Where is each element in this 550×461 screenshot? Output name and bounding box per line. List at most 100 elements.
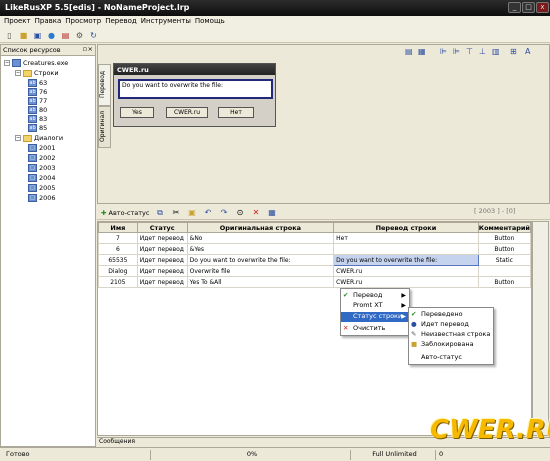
align-bottom-icon[interactable]: ⊥ [479,47,489,57]
tree-dialog-item[interactable]: □ 2006 [28,194,56,202]
tree-string-item[interactable]: ab 85 [28,124,47,132]
table-row[interactable]: Dialog Идет перевод Overwrite file CWER.… [98,265,532,277]
refresh-icon[interactable]: ↻ [88,30,99,41]
selected-cell[interactable]: Do you want to overwrite the file: [333,254,479,266]
save-icon[interactable]: ▣ [32,30,43,41]
resource-list-header: Список ресурсов ▫ × [1,45,95,56]
menubar: Проект Правка Просмотр Перевод Инструмен… [0,16,550,28]
table-row[interactable]: 2105 Идет перевод Yes To &All CWER.ru Bu… [98,276,532,288]
col-name-header[interactable]: Имя [98,222,138,233]
tree-dialog-item[interactable]: □ 2004 [28,174,56,182]
tree-dialog-item[interactable]: □ 2002 [28,154,56,162]
tree-string-item[interactable]: ab 77 [28,97,47,105]
close-button[interactable]: x [536,2,549,13]
menu-item-string-status[interactable]: Статус строки ▶ [341,312,409,322]
dialog-no-button[interactable]: Нет [218,107,254,118]
table-icon[interactable]: ▦ [266,207,277,218]
auto-status-button[interactable]: ✚ Авто-статус [101,209,149,217]
cut-icon[interactable]: ✂ [170,207,181,218]
dialog-resource-icon: □ [28,154,37,162]
dialog-cwer-button[interactable]: CWER.ru [166,107,208,118]
menu-view[interactable]: Просмотр [65,16,105,28]
window-title: LikeRusXP 5.5[edis] - NoNameProject.lrp [5,3,190,12]
col-comment-header[interactable]: Комментарий [477,222,532,233]
tree-string-item[interactable]: ab 63 [28,79,47,87]
tree-string-item[interactable]: ab 83 [28,115,47,123]
auto-status-icon: ✚ [101,208,107,217]
new-file-icon[interactable]: ▯ [4,30,15,41]
tree-dialog-item[interactable]: □ 2005 [28,184,56,192]
align-right-icon[interactable]: ⊫ [453,47,463,57]
menu-item-translate[interactable]: ✔ Перевод ▶ [341,291,409,301]
submenu-unknown[interactable]: ✎ Неизвестная строка [409,330,493,340]
col-original-header[interactable]: Оригинальная строка [186,222,335,233]
tab-original[interactable]: Оригинал [98,106,111,148]
string-resource-icon: ab [28,124,37,132]
menu-item-promt[interactable]: Promt XT ▶ [341,301,409,311]
dialog-preview-icon[interactable]: ⊞ [510,47,520,57]
dialog-yes-button[interactable]: Yes [120,107,154,118]
submenu-locked[interactable]: ■ Заблокирована [409,340,493,350]
tab-translation[interactable]: Перевод [98,64,111,106]
close-panel-icon[interactable]: × [88,45,93,53]
pencil-icon: ✎ [411,330,417,338]
col-status-header[interactable]: Статус [136,222,188,233]
menu-edit[interactable]: Правка [35,16,66,28]
col-translation-header[interactable]: Перевод строки [333,222,479,233]
string-resource-icon: ab [28,115,37,123]
status-ready: Готово [6,450,30,458]
table-row[interactable]: 7 Идет перевод &No Нет Button [98,232,532,244]
tree-string-item[interactable]: ab 76 [28,88,47,96]
paste-icon[interactable]: ▣ [186,207,197,218]
font-icon[interactable]: A [525,47,535,57]
dialog-preview-text[interactable]: Do you want to overwrite the file: [118,79,273,99]
menu-item-clear[interactable]: ✕ Очистить [341,324,409,334]
watermark-logo: CWER.RU [430,415,550,445]
redo-icon[interactable]: ↷ [218,207,229,218]
table-row[interactable]: 6 Идет перевод &Yes Button [98,243,532,255]
delete-icon[interactable]: ✕ [250,207,261,218]
grid-header-row: Имя Статус Оригинальная строка Перевод с… [98,222,532,233]
menu-tools[interactable]: Инструменты [141,16,195,28]
table-row[interactable]: 65535 Идет перевод Do you want to overwr… [98,254,532,266]
tree-root[interactable]: − Creatures.exe [4,59,68,67]
tree-string-item[interactable]: ab 80 [28,106,47,114]
export-icon[interactable]: ▤ [60,30,71,41]
copy-icon[interactable]: ⧉ [154,207,165,218]
align-icon[interactable]: ▤ [405,47,415,57]
check-icon: ✔ [411,310,417,318]
dialog-resource-icon: □ [28,174,37,182]
submenu-translated[interactable]: ✔ Переведено [409,310,493,320]
find-icon[interactable]: ⊙ [234,207,245,218]
menu-project[interactable]: Проект [4,16,35,28]
menu-help[interactable]: Помощь [195,16,229,28]
resource-list-title: Список ресурсов [3,46,61,54]
pin-icon[interactable]: ▫ [83,45,87,53]
globe-icon[interactable]: ● [46,30,57,41]
menu-translate[interactable]: Перевод [105,16,141,28]
dialog-preview[interactable]: CWER.ru Do you want to overwrite the fil… [113,63,276,127]
maximize-button[interactable]: □ [522,2,535,13]
tree-dialog-item[interactable]: □ 2003 [28,164,56,172]
align-left-icon[interactable]: ⊫ [440,47,450,57]
grid-scrollbar[interactable] [532,221,549,436]
undo-icon[interactable]: ↶ [202,207,213,218]
window-titlebar: LikeRusXP 5.5[edis] - NoNameProject.lrp [0,0,550,16]
tree-strings-folder[interactable]: − Строки [15,69,59,77]
check-icon: ✔ [343,291,349,299]
settings-icon[interactable]: ⚙ [74,30,85,41]
align-top-icon[interactable]: ⊤ [466,47,476,57]
open-folder-icon[interactable]: ■ [18,30,29,41]
tree-dialogs-folder[interactable]: − Диалоги [15,134,63,142]
progress-icon: ● [411,320,417,328]
status-submenu: ✔ Переведено ● Идет перевод ✎ Неизвестна… [408,307,494,365]
string-resource-icon: ab [28,88,37,96]
same-size-icon[interactable]: ▥ [492,47,502,57]
tree-dialog-item[interactable]: □ 2001 [28,144,56,152]
status-count: 0 [435,450,465,460]
dialog-resource-icon: □ [28,164,37,172]
grid-icon[interactable]: ▦ [418,47,428,57]
minimize-button[interactable]: _ [508,2,521,13]
submenu-auto-status[interactable]: Авто-статус [409,353,493,363]
submenu-in-progress[interactable]: ● Идет перевод [409,320,493,330]
